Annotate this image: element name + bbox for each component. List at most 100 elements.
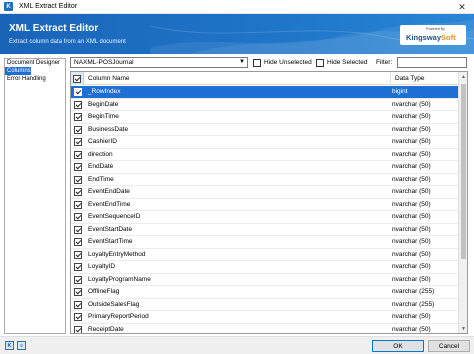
check-icon <box>75 88 81 95</box>
row-checkbox[interactable] <box>74 325 82 333</box>
row-checkbox[interactable] <box>74 288 82 296</box>
table-row[interactable]: direction nvarchar (50) <box>71 149 459 161</box>
logo-brand: KingswaySoft <box>406 33 456 42</box>
logo-brand-accent: Soft <box>441 33 456 42</box>
table-row[interactable]: LoyaltyEntryMethod nvarchar (50) <box>71 249 459 261</box>
column-name-cell: EventEndTime <box>88 200 131 208</box>
table-row[interactable]: EventStartDate nvarchar (50) <box>71 224 459 236</box>
row-checkbox[interactable] <box>74 138 82 146</box>
table-row[interactable]: EventStartTime nvarchar (50) <box>71 236 459 249</box>
row-checkbox[interactable] <box>74 200 82 209</box>
table-row[interactable]: CashierID nvarchar (50) <box>71 136 459 149</box>
table-row[interactable]: PrimaryReportPeriod nvarchar (50) <box>71 311 459 324</box>
check-icon <box>75 226 81 232</box>
table-row[interactable]: ReceiptDate nvarchar (50) <box>71 324 459 333</box>
check-icon <box>75 126 81 132</box>
logo-powered-by: Powered By <box>426 27 445 31</box>
row-checkbox[interactable] <box>74 150 82 159</box>
scrollbar-thumb[interactable] <box>461 84 466 259</box>
check-icon <box>75 151 81 157</box>
row-checkbox[interactable] <box>74 225 82 234</box>
nav-item-document-designer[interactable]: Document Designer <box>5 59 65 67</box>
data-type-cell: nvarchar (50) <box>392 100 431 108</box>
check-icon <box>75 326 81 332</box>
vertical-scrollbar[interactable]: ▲ ▼ <box>458 72 467 333</box>
column-header-name[interactable]: Column Name <box>84 72 391 85</box>
row-checkbox[interactable] <box>74 88 82 96</box>
row-checkbox[interactable] <box>74 250 82 259</box>
column-name-cell: EventStartDate <box>88 225 133 233</box>
document-icon[interactable]: ≡ <box>17 341 26 350</box>
column-name-cell: BeginTime <box>88 113 119 120</box>
scroll-down-arrow-icon[interactable]: ▼ <box>459 324 467 333</box>
row-checkbox[interactable] <box>74 113 82 121</box>
nav-item-columns[interactable]: Columns <box>5 67 31 75</box>
ok-button[interactable]: OK <box>372 340 424 352</box>
row-checkbox[interactable] <box>74 175 82 184</box>
table-row[interactable]: _RowIndex bigint <box>71 86 459 99</box>
column-header-type[interactable]: Data Type <box>391 72 459 85</box>
output-select[interactable]: NAXML-POSJournal ▼ <box>70 57 248 68</box>
scroll-up-arrow-icon[interactable]: ▲ <box>459 72 467 81</box>
table-row[interactable]: LoyaltyProgramName nvarchar (50) <box>71 274 459 286</box>
row-checkbox[interactable] <box>74 100 82 109</box>
nav-item-error-handling[interactable]: Error Handling <box>5 75 65 83</box>
column-name-cell: _RowIndex <box>88 88 121 95</box>
check-icon <box>75 188 81 195</box>
hide-selected-checkbox[interactable] <box>316 58 324 67</box>
data-type-cell: nvarchar (50) <box>392 313 431 320</box>
check-icon <box>75 176 81 182</box>
row-checkbox[interactable] <box>74 300 82 309</box>
row-checkbox[interactable] <box>74 163 82 171</box>
filter-label: Filter: <box>376 59 393 66</box>
column-name-cell: LoyaltyProgramName <box>88 275 151 283</box>
column-name-cell: EventEndDate <box>88 188 130 195</box>
close-icon[interactable]: ✕ <box>450 0 474 14</box>
select-all-checkbox[interactable] <box>73 74 81 83</box>
row-checkbox[interactable] <box>74 263 82 271</box>
table-row[interactable]: EventEndDate nvarchar (50) <box>71 186 459 199</box>
table-row[interactable]: EventSequenceID nvarchar (50) <box>71 211 459 224</box>
cancel-button[interactable]: Cancel <box>428 340 470 352</box>
kingswaysoft-help-icon[interactable]: K <box>5 341 14 350</box>
output-select-value: NAXML-POSJournal <box>74 59 134 66</box>
row-checkbox[interactable] <box>74 238 82 246</box>
column-name-cell: EndDate <box>88 163 114 170</box>
filter-input[interactable] <box>397 57 467 68</box>
data-type-cell: nvarchar (50) <box>392 125 431 133</box>
data-type-cell: nvarchar (50) <box>392 225 431 233</box>
row-checkbox[interactable] <box>74 275 82 284</box>
table-row[interactable]: BeginTime nvarchar (50) <box>71 111 459 124</box>
data-type-cell: nvarchar (50) <box>392 275 431 283</box>
table-row[interactable]: EndTime nvarchar (50) <box>71 174 459 186</box>
hide-unselected-checkbox[interactable] <box>253 58 261 67</box>
column-name-cell: LoyaltyEntryMethod <box>88 250 146 258</box>
columns-toolbar: NAXML-POSJournal ▼ Hide Unselected Hide … <box>70 57 470 69</box>
column-name-cell: direction <box>88 150 113 158</box>
column-name-cell: EventSequenceID <box>88 213 141 220</box>
hide-unselected-toggle[interactable]: Hide Unselected <box>253 57 312 68</box>
row-checkbox[interactable] <box>74 125 82 134</box>
table-row[interactable]: EventEndTime nvarchar (50) <box>71 199 459 211</box>
data-type-cell: nvarchar (50) <box>392 263 431 270</box>
data-type-cell: bigint <box>392 88 408 95</box>
table-row[interactable]: LoyaltyID nvarchar (50) <box>71 261 459 274</box>
grid-header: Column Name Data Type <box>71 72 459 85</box>
table-row[interactable]: OutsideSalesFlag nvarchar (255) <box>71 299 459 311</box>
table-row[interactable]: BusinessDate nvarchar (50) <box>71 124 459 136</box>
row-checkbox[interactable] <box>74 188 82 196</box>
column-name-cell: PrimaryReportPeriod <box>88 313 149 320</box>
data-type-cell: nvarchar (50) <box>392 150 431 158</box>
column-name-cell: BusinessDate <box>88 125 129 133</box>
table-row[interactable]: OfflineFlag nvarchar (255) <box>71 286 459 299</box>
grid-rows: _RowIndex bigint BeginDate nvarchar (50) Beg… <box>71 86 459 333</box>
data-type-cell: nvarchar (50) <box>392 325 431 333</box>
data-type-cell: nvarchar (50) <box>392 238 431 245</box>
row-checkbox[interactable] <box>74 213 82 221</box>
hide-selected-toggle[interactable]: Hide Selected <box>316 57 367 68</box>
column-name-cell: LoyaltyID <box>88 263 116 270</box>
window-titlebar: K XML Extract Editor ✕ <box>0 0 474 14</box>
table-row[interactable]: BeginDate nvarchar (50) <box>71 99 459 111</box>
table-row[interactable]: EndDate nvarchar (50) <box>71 161 459 174</box>
row-checkbox[interactable] <box>74 313 82 321</box>
